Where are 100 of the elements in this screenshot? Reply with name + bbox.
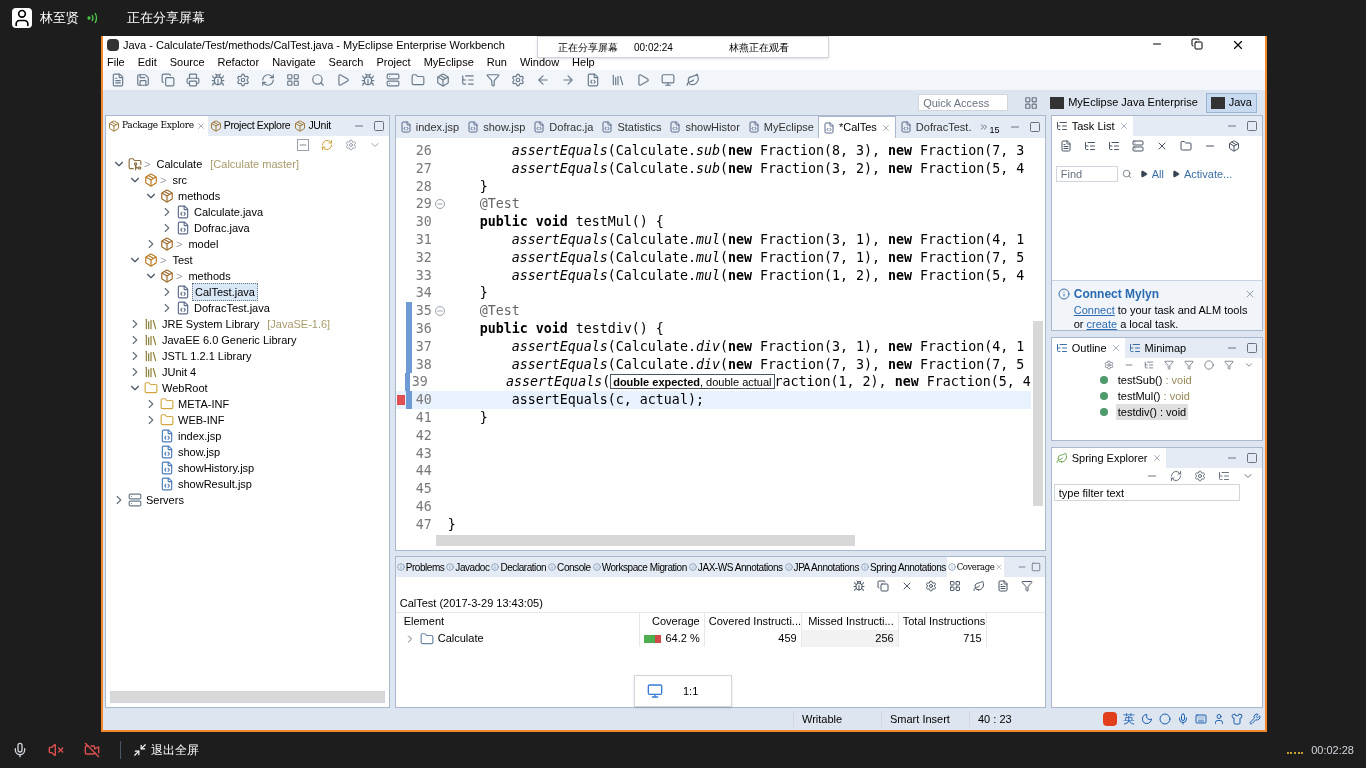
elapsed-time: 00:02:28 [1311,742,1354,758]
view-tab[interactable]: Workspace Migration [591,557,688,577]
view-tab[interactable]: Spring Explorer [1051,448,1166,468]
menu-item[interactable]: Search [328,53,364,71]
zoom-ratio: 1:1 [683,683,699,699]
code-line: assertEquals(Calculate.sub(new Fraction(3, 2), new Fraction(5, 4 [510,159,1025,178]
status-field: 40 : 23 [969,710,1057,728]
menu-item[interactable]: Source [169,53,205,71]
code-line: public void testMul() { [478,213,664,231]
share-status: 正在分享屏幕 [127,9,205,28]
editor-tab[interactable]: index.jsp [395,116,464,138]
view-tab[interactable]: JUnit [292,116,333,136]
tree-item[interactable]: model [186,235,221,253]
view-tab[interactable]: Project Explore [207,116,293,136]
tree-item[interactable]: JUnit 4 [160,363,199,381]
menu-item[interactable]: Run [486,53,507,71]
view-tab[interactable]: JPA Annotations [783,557,860,577]
view-tab[interactable]: Problems [395,557,446,577]
line-number: 28 [414,177,432,196]
line-number: 37 [414,337,432,356]
menu-item[interactable]: Edit [137,53,157,71]
tree-item[interactable]: JSTL 1.2.1 Library [160,347,254,365]
tree-item[interactable]: methods [176,187,223,205]
line-number: 36 [414,319,432,338]
tree-item[interactable]: Dofrac.java [192,219,252,237]
view-tab[interactable]: Console [547,557,592,577]
find-field[interactable]: Find [1055,166,1118,183]
view-tab[interactable]: Package Explore [106,116,208,136]
tree-item[interactable]: showHistory.jsp [176,459,257,477]
filter-link[interactable]: All [1151,166,1164,183]
view-tab[interactable]: Javadoc [445,557,491,577]
tree-item[interactable]: CalTest.java [192,282,258,302]
exit-fullscreen-button[interactable]: 退出全屏 [120,741,199,759]
line-number: 32 [414,248,432,267]
tree-item[interactable]: methods [186,267,233,285]
code-line: public void testdiv() { [478,319,664,338]
tree-item[interactable]: JRE System Library [160,315,262,333]
column-header[interactable]: Coverage [639,613,705,630]
code-line: assertEquals(Calculate.sub(new Fraction(8, 3), new Fraction(7, 3 [510,142,1025,160]
line-number: 43 [414,444,432,463]
editor-tab[interactable]: showHistor [665,116,744,138]
ime-mode[interactable]: 英 [1123,710,1135,728]
tree-item[interactable]: Calculate.java [192,203,266,221]
tree-item[interactable]: JavaEE 6.0 Generic Library [160,331,299,349]
tree-item[interactable]: META-INF [176,395,232,413]
outline-item[interactable]: testSub() : void [1115,371,1194,389]
tab-overflow-count[interactable]: 15 [989,124,1000,138]
menu-item[interactable]: Help [572,53,595,71]
editor-tab[interactable]: DofracTest. [895,116,976,138]
line-number: 34 [414,284,432,303]
perspective-button[interactable]: MyEclipse Java Enterprise [1046,92,1202,113]
code-line: raction(1, 2), new Fraction(5, 4 [774,373,1031,392]
view-tab[interactable]: Outline [1051,338,1125,358]
tree-item[interactable]: WEB-INF [176,411,227,429]
tree-item[interactable]: Calculate [154,155,205,173]
status-field: Writable [793,710,881,728]
quick-access-field[interactable]: Quick Access [918,94,1009,111]
tree-item[interactable]: Servers [144,491,186,509]
editor-tab[interactable]: *CalTes [817,116,896,138]
tree-item[interactable]: show.jsp [176,443,223,461]
menu-item[interactable]: File [107,53,125,71]
mylyn-link[interactable]: create [1086,318,1118,330]
share-popup-status: 正在分享屏幕 [558,40,618,55]
code-line: assertEquals(c, actual); [510,391,704,409]
window-title: Java - Calculate/Test/methods/CalTest.java - MyEclipse Enterprise Workbench [123,37,505,53]
editor-tab[interactable]: Dofrac.ja [529,116,598,138]
view-tab[interactable]: Spring Annotations [859,557,947,577]
tree-item[interactable]: index.jsp [176,427,224,445]
change-marker: > [176,236,183,252]
code-line: assertEquals(Calculate.div(new Fraction(3, 1), new Fraction(4, 1 [510,337,1025,356]
view-tab[interactable]: Coverage [946,557,1005,577]
menu-item[interactable]: Refactor [217,53,260,71]
filter-link[interactable]: Activate... [1183,166,1233,183]
tree-item[interactable]: src [170,171,190,189]
filter-field[interactable]: type filter text [1053,484,1240,501]
editor-tab[interactable]: show.jsp [463,116,530,138]
tree-item[interactable]: showResult.jsp [176,475,254,493]
menu-item[interactable]: Window [520,53,560,71]
tree-item[interactable]: WebRoot [160,379,210,397]
column-header[interactable]: Covered Instructi... [704,613,802,630]
editor-tab[interactable]: MyEclipse [743,116,818,138]
line-number: 31 [414,231,432,249]
view-tab[interactable]: Task List [1051,116,1133,136]
menu-item[interactable]: MyEclipse [423,53,474,71]
mylyn-link[interactable]: Connect [1073,304,1115,316]
column-header[interactable]: Element [395,613,640,630]
code-line: assertEquals(Calculate.div(new Fraction(7, 3), new Fraction(7, 5 [510,355,1025,374]
view-tab[interactable]: Declaration [490,557,548,577]
outline-item[interactable]: testMul() : void [1115,387,1192,405]
tree-item[interactable]: Test [170,251,195,269]
menu-item[interactable]: Navigate [272,53,316,71]
menu-item[interactable]: Project [376,53,411,71]
tree-item[interactable]: DofracTest.java [192,299,272,317]
view-tab[interactable]: Minimap [1124,338,1191,358]
view-tab[interactable]: JAX-WS Annotations [687,557,784,577]
editor-tab[interactable]: Statistics [597,116,666,138]
change-marker: > [176,268,183,284]
perspective-button[interactable]: Java [1205,92,1257,113]
outline-item[interactable]: testdiv() : void [1115,403,1189,421]
change-marker: > [144,156,151,172]
